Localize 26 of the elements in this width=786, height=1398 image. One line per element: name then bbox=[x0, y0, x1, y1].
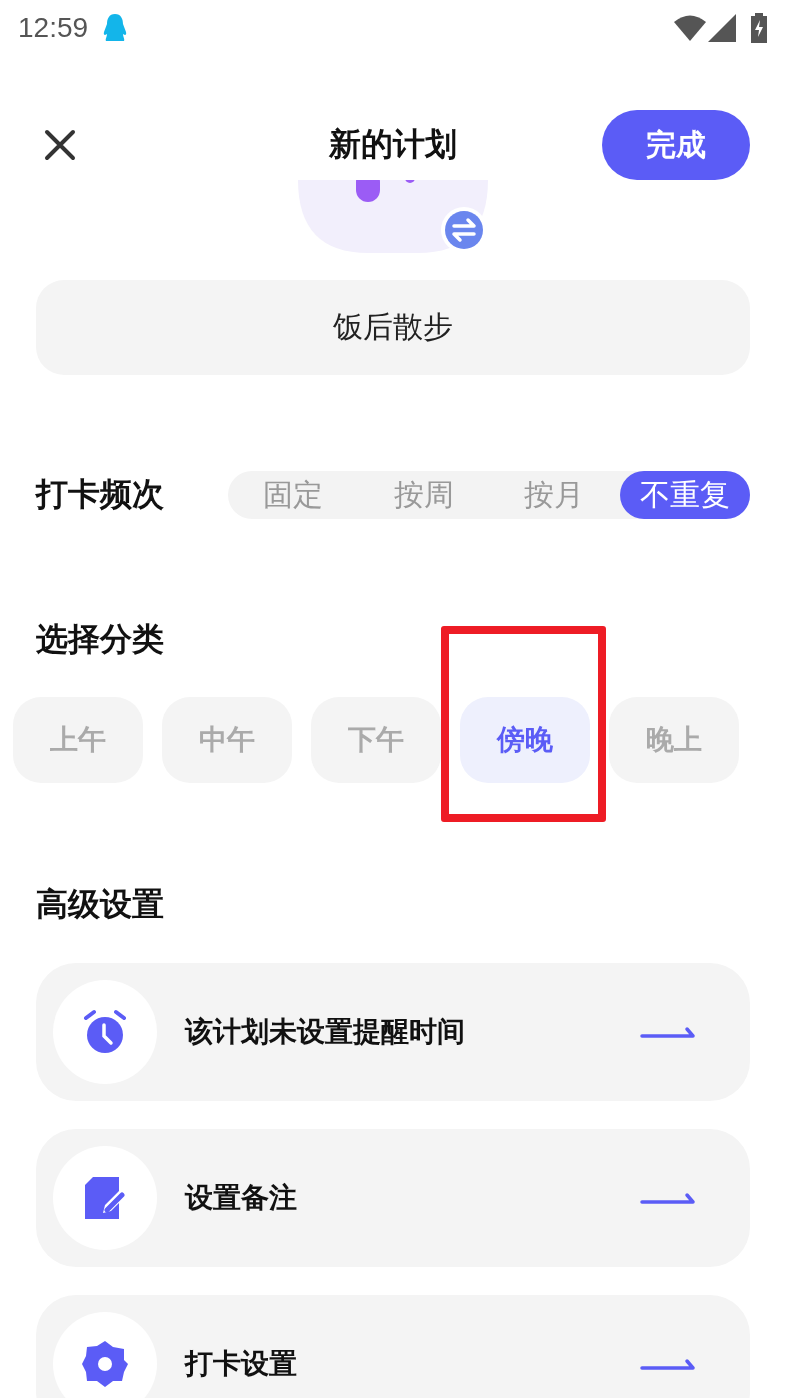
alarm-clock-icon bbox=[83, 1009, 127, 1055]
signal-icon bbox=[708, 13, 736, 42]
battery-charging-icon bbox=[750, 12, 768, 43]
frequency-tab[interactable]: 按月 bbox=[489, 471, 620, 519]
setting-label: 打卡设置 bbox=[185, 1346, 298, 1382]
setting-label: 设置备注 bbox=[185, 1180, 298, 1216]
edit-note-icon bbox=[85, 1177, 125, 1219]
frequency-tab[interactable]: 按周 bbox=[358, 471, 489, 519]
settings-card[interactable]: 该计划未设置提醒时间 bbox=[36, 963, 750, 1101]
frequency-tab[interactable]: 固定 bbox=[228, 471, 359, 519]
frequency-tab[interactable]: 不重复 bbox=[619, 471, 750, 519]
settings-icon bbox=[82, 1341, 128, 1387]
status-time: 12:59 bbox=[18, 11, 89, 44]
wifi-icon bbox=[674, 14, 706, 41]
done-button[interactable]: 完成 bbox=[602, 110, 750, 180]
close-icon[interactable] bbox=[44, 129, 76, 161]
page-title: 新的计划 bbox=[329, 124, 457, 165]
settings-card[interactable]: 打卡设置 bbox=[36, 1295, 750, 1398]
category-label: 选择分类 bbox=[36, 620, 165, 658]
penguin-icon bbox=[102, 12, 129, 43]
plan-name-field[interactable]: 饭后散步 bbox=[36, 280, 750, 375]
setting-label: 该计划未设置提醒时间 bbox=[185, 1014, 466, 1050]
frequency-label: 打卡频次 bbox=[36, 474, 165, 515]
settings-card[interactable]: 设置备注 bbox=[36, 1129, 750, 1267]
section-title: 高级设置 bbox=[36, 885, 165, 923]
category-chip[interactable]: 傍晚 bbox=[460, 697, 590, 783]
